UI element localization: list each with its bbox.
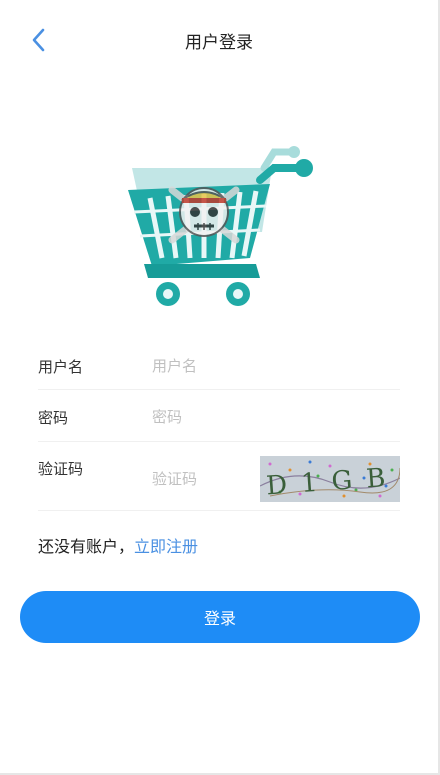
username-label: 用户名 [38,358,84,376]
register-prompt: 还没有账户，立即注册 [38,533,198,557]
top-bar: 用户登录 [0,0,438,80]
password-row: 密码 [38,390,400,442]
login-button[interactable]: 登录 [20,591,420,643]
password-input[interactable] [152,406,392,428]
captcha-row: 验证码 D1GB [38,442,401,511]
username-row: 用户名 [38,343,400,390]
shopping-cart-skull-logo [124,140,318,312]
register-prompt-text: 还没有账户， [38,537,135,556]
password-label: 密码 [38,409,69,427]
captcha-label: 验证码 [38,460,84,478]
captcha-image[interactable]: D1GB [259,456,401,502]
register-link[interactable]: 立即注册 [134,537,198,556]
captcha-input[interactable] [152,468,252,490]
page-title: 用户登录 [185,33,253,53]
username-input[interactable] [152,355,392,377]
login-page: 用户登录 用户名 用户名 密码 验证码 验证码 D1GB 还没有账户，立即注册 … [0,0,440,775]
